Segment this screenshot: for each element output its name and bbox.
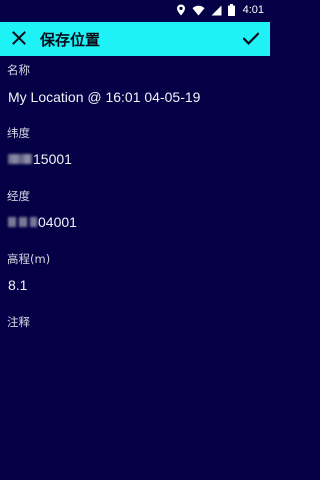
- name-value: My Location @ 16:01 04-05-19: [8, 89, 201, 105]
- altitude-label: 高程(m): [7, 252, 51, 266]
- signal-icon: [211, 5, 222, 16]
- check-icon: [242, 30, 260, 49]
- redacted-digits: [19, 217, 27, 227]
- latitude-field[interactable]: 15001: [8, 150, 72, 168]
- redacted-digits: [30, 217, 37, 227]
- notes-field[interactable]: [8, 338, 258, 356]
- close-button[interactable]: [2, 22, 36, 56]
- status-time: 4:01: [242, 4, 264, 16]
- page-title: 保存位置: [40, 30, 101, 49]
- status-bar: 4:01: [0, 0, 270, 20]
- app-bar: 保存位置: [0, 22, 270, 56]
- latitude-value: 15001: [33, 151, 72, 167]
- altitude-value: 8.1: [8, 277, 28, 293]
- name-field[interactable]: My Location @ 16:01 04-05-19: [8, 88, 200, 106]
- altitude-field[interactable]: 8.1: [8, 276, 27, 294]
- close-icon: [12, 30, 26, 49]
- latitude-label: 纬度: [7, 126, 30, 140]
- redacted-digits: [8, 217, 16, 227]
- longitude-value: 04001: [38, 214, 77, 230]
- redacted-digits: [8, 154, 32, 164]
- location-icon: [176, 4, 186, 16]
- longitude-field[interactable]: 04001: [8, 213, 77, 231]
- longitude-label: 经度: [7, 189, 30, 203]
- notes-label: 注释: [7, 315, 30, 329]
- save-button[interactable]: [234, 22, 268, 56]
- battery-icon: [227, 4, 235, 16]
- name-label: 名称: [7, 63, 30, 77]
- wifi-icon: [192, 5, 205, 16]
